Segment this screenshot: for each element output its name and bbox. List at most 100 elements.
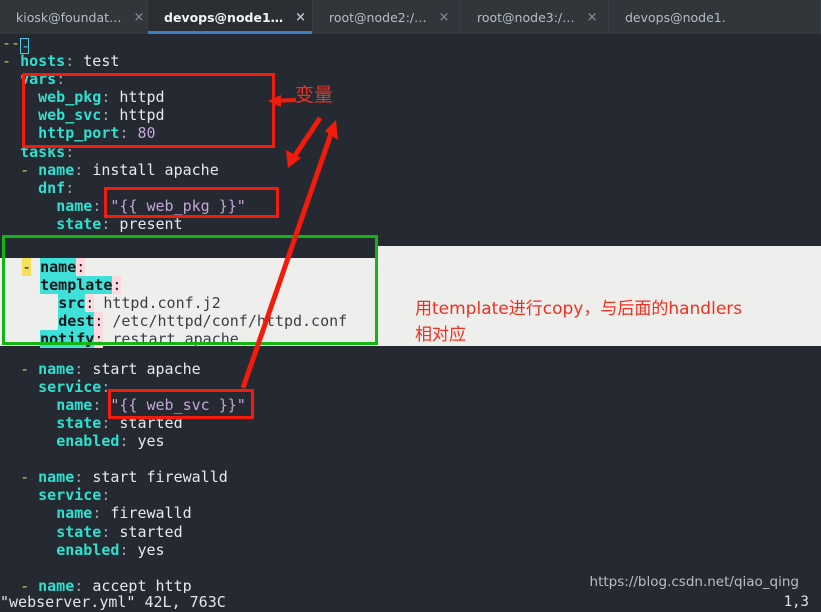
selected-code-line: - name: [2, 258, 347, 276]
close-icon[interactable]: × [439, 11, 450, 24]
yaml-value: httpd [119, 88, 165, 107]
code-line: - name: install apache [0, 161, 821, 179]
terminal-tab-3[interactable]: root@node2:/… × [313, 0, 461, 34]
template-annotation-text: 用template进行copy，与后面的handlers 相对应 [415, 296, 815, 348]
code-line: enabled: yes [0, 541, 821, 559]
status-cursor-position: 1,3 [783, 594, 809, 610]
yaml-key: name [38, 359, 75, 378]
close-icon[interactable]: × [587, 11, 598, 24]
yaml-value: "{{ web_svc }}" [110, 395, 246, 414]
terminal-tab-label: root@node2:/… [329, 9, 427, 25]
yaml-value: present [119, 214, 183, 233]
close-icon[interactable]: × [295, 11, 306, 24]
yaml-key: name [56, 395, 93, 414]
yaml-doc-start: -- [2, 34, 21, 52]
yaml-key: vars [20, 70, 57, 89]
selected-template-task[interactable]: - name: template: src: httpd.conf.j2 des… [2, 258, 348, 349]
list-dash: - [20, 468, 30, 487]
yaml-key: service [38, 377, 102, 396]
code-line: web_pkg: httpd [0, 88, 821, 106]
list-dash: - [2, 52, 12, 71]
yaml-value: 80 [137, 124, 156, 143]
code-line: - name: start apache [0, 360, 821, 378]
selected-code-line: template: [2, 276, 347, 295]
yaml-value: httpd.conf.j2 [103, 294, 221, 313]
yaml-colon: : [74, 160, 84, 179]
yaml-key: state [56, 214, 102, 233]
yaml-colon: : [74, 468, 84, 487]
yaml-value: httpd [119, 106, 165, 125]
yaml-colon: : [74, 359, 84, 378]
yaml-colon: : [85, 294, 95, 313]
template-annotation-line1: 用template进行copy，与后面的handlers [415, 299, 743, 319]
code-line: name: firewalld [0, 504, 821, 522]
selected-code-band: - name: template: src: httpd.conf.j2 des… [0, 246, 821, 349]
code-line: - name: start firewalld [0, 468, 821, 486]
code-line: name: "{{ web_pkg }}" [0, 197, 821, 215]
yaml-colon: : [92, 504, 102, 523]
yaml-value: firewalld [110, 504, 192, 523]
terminal-tab-2[interactable]: devops@node1… × [148, 0, 313, 34]
selected-code-line: notify: restart apache [2, 330, 347, 349]
yaml-value: install apache [92, 160, 219, 179]
terminal-tab-label: root@node3:/… [477, 9, 575, 25]
yaml-colon: : [65, 178, 75, 197]
code-line: enabled: yes [0, 432, 821, 450]
yaml-key: name [56, 504, 93, 523]
terminal-tab-5[interactable]: devops@node1. [609, 0, 821, 34]
yaml-key: dest [58, 312, 95, 331]
vim-status-line: "webserver.yml" 42L, 763C 1,3 [0, 593, 821, 612]
vars-annotation-text: 变量 [295, 84, 334, 106]
yaml-value: start firewalld [92, 468, 228, 487]
terminal-tab-1[interactable]: kiosk@foundat… × [0, 0, 148, 34]
terminal-tab-bar: kiosk@foundat… × devops@node1… × root@node2:… [0, 0, 821, 35]
terminal-tab-label: devops@node1. [625, 9, 726, 25]
yaml-value: "{{ web_pkg }}" [110, 196, 246, 215]
yaml-value: yes [137, 432, 165, 451]
code-line: http_port: 80 [0, 124, 821, 142]
yaml-key: tasks [20, 142, 66, 161]
yaml-value: /etc/httpd/conf/httpd.conf [112, 312, 348, 331]
yaml-value: test [83, 52, 120, 71]
yaml-value: started [119, 522, 183, 541]
yaml-key: web_svc [38, 106, 102, 125]
yaml-colon: : [92, 196, 102, 215]
yaml-key: name [38, 468, 75, 487]
yaml-key: service [38, 486, 102, 505]
terminal-tab-4[interactable]: root@node3:/… × [461, 0, 609, 34]
yaml-colon: : [92, 395, 102, 414]
yaml-key: enabled [56, 432, 120, 451]
yaml-key: template [40, 276, 113, 295]
status-file-info: "webserver.yml" 42L, 763C [0, 593, 226, 611]
yaml-key: name [56, 196, 93, 215]
close-icon[interactable]: × [134, 11, 145, 24]
yaml-colon: : [65, 142, 75, 161]
yaml-value: yes [137, 540, 165, 559]
yaml-key: hosts [20, 52, 66, 71]
terminal-tab-label: kiosk@foundat… [16, 9, 122, 25]
code-line: --- [0, 34, 821, 54]
yaml-colon: : [94, 312, 104, 331]
